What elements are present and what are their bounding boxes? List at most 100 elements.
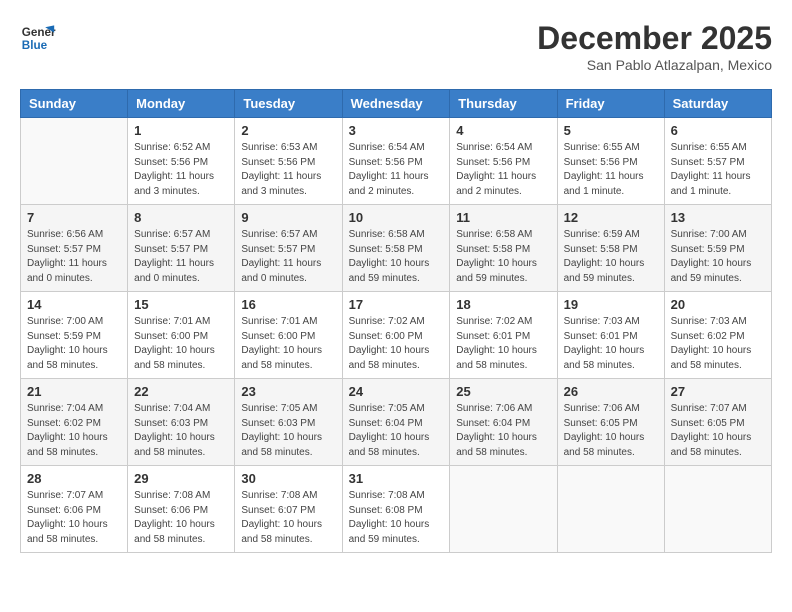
day-number: 25 — [456, 384, 550, 399]
calendar-day-cell: 11 Sunrise: 6:58 AM Sunset: 5:58 PM Dayli… — [450, 205, 557, 292]
calendar-week-row: 14Sunrise: 7:00 AM Sunset: 5:59 PM Dayli… — [21, 292, 772, 379]
calendar-day-cell: 1 Sunrise: 6:52 AM Sunset: 5:56 PM Daylig… — [128, 118, 235, 205]
day-info: Sunrise: 7:02 AM Sunset: 6:01 PM Dayligh… — [456, 315, 550, 373]
calendar-day-cell: 20Sunrise: 7:03 AM Sunset: 6:02 PM Dayli… — [664, 292, 771, 379]
calendar-week-row: 28 Sunrise: 7:07 AM Sunset: 6:06 PM Dayli… — [21, 466, 772, 553]
day-number: 8 — [134, 210, 228, 225]
day-info: Sunrise: 6:53 AM Sunset: 5:56 PM Dayligh… — [241, 141, 335, 199]
day-number: 14 — [27, 297, 121, 312]
day-info: Sunrise: 6:55 AM Sunset: 5:56 PM Dayligh… — [564, 141, 658, 199]
day-info: Sunrise: 7:02 AM Sunset: 6:00 PM Dayligh… — [349, 315, 444, 373]
calendar-week-row: 1 Sunrise: 6:52 AM Sunset: 5:56 PM Daylig… — [21, 118, 772, 205]
calendar-day-cell: 17 Sunrise: 7:02 AM Sunset: 6:00 PM Dayli… — [342, 292, 450, 379]
day-number: 28 — [27, 471, 121, 486]
calendar-day-cell — [450, 466, 557, 553]
calendar-day-cell: 15 Sunrise: 7:01 AM Sunset: 6:00 PM Dayli… — [128, 292, 235, 379]
month-title: December 2025 — [537, 20, 772, 57]
calendar-day-cell: 12Sunrise: 6:59 AM Sunset: 5:58 PM Dayli… — [557, 205, 664, 292]
calendar-day-cell: 9 Sunrise: 6:57 AM Sunset: 5:57 PM Daylig… — [235, 205, 342, 292]
day-number: 17 — [349, 297, 444, 312]
day-number: 27 — [671, 384, 765, 399]
svg-text:Blue: Blue — [22, 39, 48, 52]
day-number: 11 — [456, 210, 550, 225]
calendar-day-cell: 31Sunrise: 7:08 AM Sunset: 6:08 PM Dayli… — [342, 466, 450, 553]
day-number: 1 — [134, 123, 228, 138]
day-number: 18 — [456, 297, 550, 312]
calendar-day-cell: 24Sunrise: 7:05 AM Sunset: 6:04 PM Dayli… — [342, 379, 450, 466]
day-number: 26 — [564, 384, 658, 399]
calendar-day-cell: 30 Sunrise: 7:08 AM Sunset: 6:07 PM Dayli… — [235, 466, 342, 553]
day-info: Sunrise: 6:58 AM Sunset: 5:58 PM Dayligh… — [456, 228, 550, 286]
calendar-day-cell: 2 Sunrise: 6:53 AM Sunset: 5:56 PM Daylig… — [235, 118, 342, 205]
day-number: 13 — [671, 210, 765, 225]
day-info: Sunrise: 7:03 AM Sunset: 6:01 PM Dayligh… — [564, 315, 658, 373]
day-info: Sunrise: 6:55 AM Sunset: 5:57 PM Dayligh… — [671, 141, 765, 199]
day-info: Sunrise: 6:57 AM Sunset: 5:57 PM Dayligh… — [134, 228, 228, 286]
calendar-day-cell: 23 Sunrise: 7:05 AM Sunset: 6:03 PM Dayli… — [235, 379, 342, 466]
day-number: 31 — [349, 471, 444, 486]
calendar-day-cell: 18 Sunrise: 7:02 AM Sunset: 6:01 PM Dayli… — [450, 292, 557, 379]
day-number: 30 — [241, 471, 335, 486]
calendar-header-row: SundayMondayTuesdayWednesdayThursdayFrid… — [21, 90, 772, 118]
calendar-day-cell: 3Sunrise: 6:54 AM Sunset: 5:56 PM Daylig… — [342, 118, 450, 205]
weekday-header: Friday — [557, 90, 664, 118]
day-number: 4 — [456, 123, 550, 138]
calendar-day-cell: 19 Sunrise: 7:03 AM Sunset: 6:01 PM Dayli… — [557, 292, 664, 379]
day-number: 29 — [134, 471, 228, 486]
calendar-day-cell: 8 Sunrise: 6:57 AM Sunset: 5:57 PM Daylig… — [128, 205, 235, 292]
weekday-header: Thursday — [450, 90, 557, 118]
day-number: 9 — [241, 210, 335, 225]
calendar-day-cell: 5Sunrise: 6:55 AM Sunset: 5:56 PM Daylig… — [557, 118, 664, 205]
calendar-day-cell: 29 Sunrise: 7:08 AM Sunset: 6:06 PM Dayli… — [128, 466, 235, 553]
day-info: Sunrise: 7:01 AM Sunset: 6:00 PM Dayligh… — [134, 315, 228, 373]
day-info: Sunrise: 7:05 AM Sunset: 6:03 PM Dayligh… — [241, 402, 335, 460]
day-number: 7 — [27, 210, 121, 225]
day-info: Sunrise: 7:08 AM Sunset: 6:06 PM Dayligh… — [134, 489, 228, 547]
title-block: December 2025 San Pablo Atlazalpan, Mexi… — [537, 20, 772, 73]
logo-icon: General Blue — [20, 20, 56, 56]
day-info: Sunrise: 7:06 AM Sunset: 6:04 PM Dayligh… — [456, 402, 550, 460]
day-number: 2 — [241, 123, 335, 138]
calendar-week-row: 21 Sunrise: 7:04 AM Sunset: 6:02 PM Dayli… — [21, 379, 772, 466]
calendar-day-cell: 27 Sunrise: 7:07 AM Sunset: 6:05 PM Dayli… — [664, 379, 771, 466]
calendar-day-cell: 13 Sunrise: 7:00 AM Sunset: 5:59 PM Dayli… — [664, 205, 771, 292]
day-info: Sunrise: 7:01 AM Sunset: 6:00 PM Dayligh… — [241, 315, 335, 373]
calendar-day-cell — [21, 118, 128, 205]
day-info: Sunrise: 7:08 AM Sunset: 6:07 PM Dayligh… — [241, 489, 335, 547]
day-info: Sunrise: 6:54 AM Sunset: 5:56 PM Dayligh… — [349, 141, 444, 199]
weekday-header: Tuesday — [235, 90, 342, 118]
day-info: Sunrise: 7:06 AM Sunset: 6:05 PM Dayligh… — [564, 402, 658, 460]
day-info: Sunrise: 6:58 AM Sunset: 5:58 PM Dayligh… — [349, 228, 444, 286]
calendar-day-cell — [557, 466, 664, 553]
day-number: 23 — [241, 384, 335, 399]
day-info: Sunrise: 7:04 AM Sunset: 6:02 PM Dayligh… — [27, 402, 121, 460]
weekday-header: Sunday — [21, 90, 128, 118]
page-header: General Blue December 2025 San Pablo Atl… — [20, 20, 772, 73]
location: San Pablo Atlazalpan, Mexico — [537, 57, 772, 73]
calendar-day-cell: 6 Sunrise: 6:55 AM Sunset: 5:57 PM Daylig… — [664, 118, 771, 205]
day-info: Sunrise: 7:05 AM Sunset: 6:04 PM Dayligh… — [349, 402, 444, 460]
calendar-day-cell: 10Sunrise: 6:58 AM Sunset: 5:58 PM Dayli… — [342, 205, 450, 292]
day-info: Sunrise: 7:07 AM Sunset: 6:05 PM Dayligh… — [671, 402, 765, 460]
day-info: Sunrise: 7:00 AM Sunset: 5:59 PM Dayligh… — [671, 228, 765, 286]
day-info: Sunrise: 6:56 AM Sunset: 5:57 PM Dayligh… — [27, 228, 121, 286]
day-number: 19 — [564, 297, 658, 312]
day-number: 6 — [671, 123, 765, 138]
day-info: Sunrise: 6:57 AM Sunset: 5:57 PM Dayligh… — [241, 228, 335, 286]
day-number: 15 — [134, 297, 228, 312]
day-info: Sunrise: 6:52 AM Sunset: 5:56 PM Dayligh… — [134, 141, 228, 199]
day-info: Sunrise: 6:54 AM Sunset: 5:56 PM Dayligh… — [456, 141, 550, 199]
calendar-day-cell: 26 Sunrise: 7:06 AM Sunset: 6:05 PM Dayli… — [557, 379, 664, 466]
calendar-day-cell: 21 Sunrise: 7:04 AM Sunset: 6:02 PM Dayli… — [21, 379, 128, 466]
day-number: 20 — [671, 297, 765, 312]
calendar-day-cell: 22Sunrise: 7:04 AM Sunset: 6:03 PM Dayli… — [128, 379, 235, 466]
day-number: 21 — [27, 384, 121, 399]
calendar-table: SundayMondayTuesdayWednesdayThursdayFrid… — [20, 89, 772, 553]
calendar-day-cell: 16Sunrise: 7:01 AM Sunset: 6:00 PM Dayli… — [235, 292, 342, 379]
calendar-day-cell: 4 Sunrise: 6:54 AM Sunset: 5:56 PM Daylig… — [450, 118, 557, 205]
day-number: 22 — [134, 384, 228, 399]
day-info: Sunrise: 7:07 AM Sunset: 6:06 PM Dayligh… — [27, 489, 121, 547]
calendar-day-cell: 14Sunrise: 7:00 AM Sunset: 5:59 PM Dayli… — [21, 292, 128, 379]
day-number: 12 — [564, 210, 658, 225]
calendar-day-cell — [664, 466, 771, 553]
